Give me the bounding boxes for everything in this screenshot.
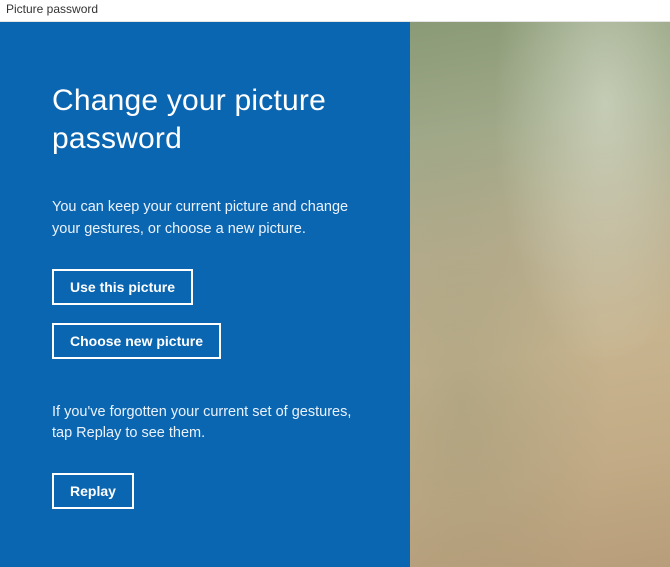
- page-title: Change your picture password: [52, 82, 358, 157]
- spacer: [52, 377, 358, 402]
- replay-button[interactable]: Replay: [52, 473, 134, 509]
- window-title: Picture password: [6, 2, 98, 16]
- choose-new-picture-button[interactable]: Choose new picture: [52, 323, 221, 359]
- window-titlebar: Picture password: [0, 0, 670, 22]
- description-text: You can keep your current picture and ch…: [52, 197, 358, 241]
- left-panel: Change your picture password You can kee…: [0, 22, 410, 567]
- replay-hint-text: If you've forgotten your current set of …: [52, 402, 358, 446]
- picture-preview-area: [410, 22, 670, 567]
- use-this-picture-button[interactable]: Use this picture: [52, 269, 193, 305]
- main-content: Change your picture password You can kee…: [0, 22, 670, 567]
